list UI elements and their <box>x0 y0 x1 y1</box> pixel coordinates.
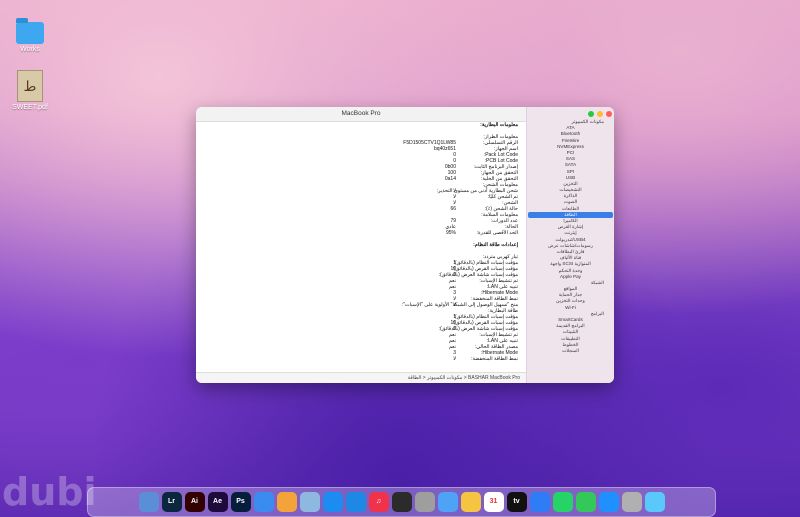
dock-app-icon[interactable] <box>621 492 642 512</box>
window-controls <box>588 111 612 117</box>
dock-app-icon[interactable] <box>299 492 320 512</box>
dock-app-icon[interactable]: Ps <box>230 492 251 512</box>
system-information-window: MacBook Pro معلومات البطارية: معلومات الط… <box>196 107 614 383</box>
path-bar: BASHAR MacBook Pro < مكونات الكمبيوتر < … <box>196 372 526 383</box>
dock-app-icon[interactable]: tv <box>506 492 527 512</box>
desktop-icon-works[interactable]: Works <box>5 18 55 53</box>
dock-app-icon[interactable]: ♫ <box>368 492 389 512</box>
detail-pane: معلومات البطارية: معلومات الطراز: الرقم ال… <box>196 122 526 372</box>
dock-app-icon[interactable] <box>644 492 665 512</box>
desktop-icon-label: SWEET.pdf <box>12 104 48 111</box>
dock-app-icon[interactable] <box>345 492 366 512</box>
dock: Lr Ai Ae Ps ♫ 31 tv <box>87 487 716 517</box>
window-title: MacBook Pro <box>196 107 526 122</box>
info-value: لا <box>453 356 456 362</box>
zoom-button[interactable] <box>588 111 594 117</box>
dock-app-icon[interactable]: Lr <box>161 492 182 512</box>
dock-app-icon[interactable] <box>598 492 619 512</box>
dock-app-icon[interactable] <box>322 492 343 512</box>
dock-app-icon[interactable] <box>552 492 573 512</box>
sidebar-item[interactable]: الطابعات <box>527 206 614 212</box>
minimize-button[interactable] <box>597 111 603 117</box>
watermark: dubi <box>2 470 97 514</box>
sidebar-item[interactable]: السجلات <box>527 348 614 354</box>
dock-app-icon[interactable] <box>575 492 596 512</box>
pdf-file-icon: ط <box>17 70 43 102</box>
dock-app-icon[interactable] <box>414 492 435 512</box>
dock-app-icon[interactable] <box>391 492 412 512</box>
sidebar: مكونات الكمبيوتر ATA Bluetooth FireWire NVME… <box>526 107 614 383</box>
folder-icon <box>16 18 44 44</box>
close-button[interactable] <box>606 111 612 117</box>
dock-app-icon[interactable] <box>276 492 297 512</box>
dock-app-icon[interactable] <box>437 492 458 512</box>
info-row: نمط الطاقة المنخفضة: لا <box>196 356 526 362</box>
desktop-icon-label: Works <box>20 46 40 53</box>
desktop-icon-sweet-pdf[interactable]: ط SWEET.pdf <box>5 70 55 111</box>
dock-app-icon[interactable]: 31 <box>483 492 504 512</box>
dock-app-icon[interactable] <box>529 492 550 512</box>
dock-app-icon[interactable] <box>460 492 481 512</box>
dock-app-icon[interactable]: Ai <box>184 492 205 512</box>
dock-app-icon[interactable] <box>138 492 159 512</box>
dock-app-icon[interactable] <box>253 492 274 512</box>
info-key: نمط الطاقة المنخفضة: <box>471 356 518 362</box>
dock-app-icon[interactable]: Ae <box>207 492 228 512</box>
